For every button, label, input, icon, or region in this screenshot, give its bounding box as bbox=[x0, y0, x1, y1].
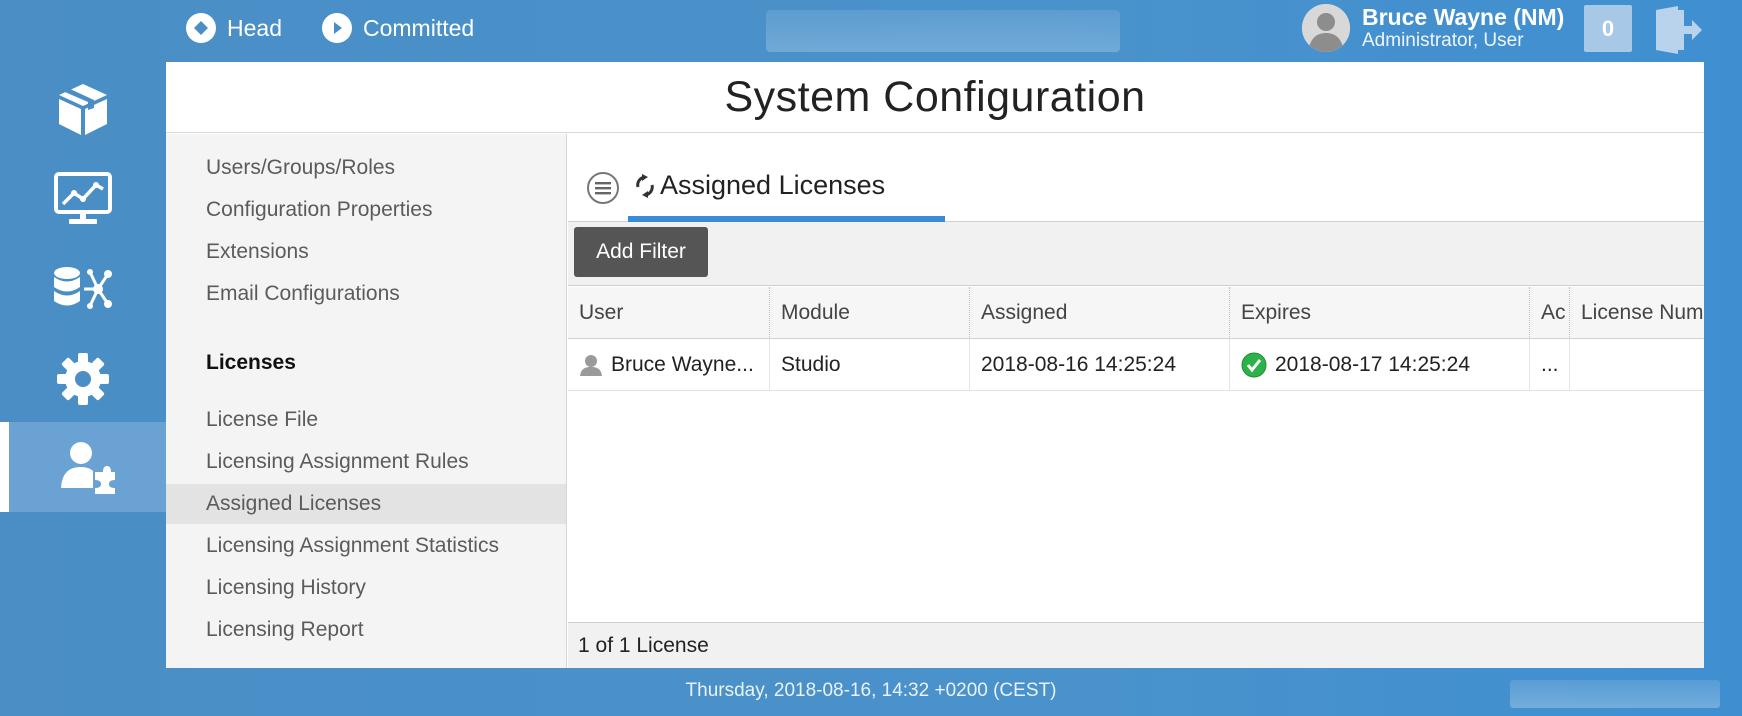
page-title-bar: System Configuration bbox=[166, 62, 1704, 133]
cell-ac: ... bbox=[1530, 339, 1570, 391]
cell-expires: 2018-08-17 14:25:24 bbox=[1230, 339, 1530, 391]
cell-module: Studio bbox=[770, 339, 970, 391]
nav-item-settings[interactable] bbox=[0, 334, 166, 424]
cell-user-text: Bruce Wayne... bbox=[611, 353, 754, 376]
diamond-icon bbox=[186, 13, 216, 43]
page-title: System Configuration bbox=[724, 72, 1146, 121]
column-header-ac[interactable]: Ac bbox=[1530, 287, 1570, 339]
filter-bar: Add Filter bbox=[568, 222, 1704, 286]
nav-item-data[interactable] bbox=[0, 244, 166, 334]
gear-icon bbox=[57, 353, 109, 405]
nav-item-monitoring[interactable] bbox=[0, 154, 166, 244]
nav-item-user-management[interactable] bbox=[0, 422, 166, 512]
column-header-assigned[interactable]: Assigned bbox=[970, 287, 1230, 339]
menu-item-assigned-licenses[interactable]: Assigned Licenses bbox=[166, 484, 566, 524]
play-icon bbox=[322, 13, 352, 43]
table-header: User Module Assigned Expires Ac License … bbox=[568, 287, 1704, 339]
menu-item-licensing-report[interactable]: Licensing Report bbox=[166, 610, 566, 650]
branch-head-label: Head bbox=[227, 14, 282, 41]
user-role: Administrator, User bbox=[1362, 30, 1524, 51]
menu-item-licensing-history[interactable]: Licensing History bbox=[166, 568, 566, 608]
column-header-user[interactable]: User bbox=[568, 287, 770, 339]
user-puzzle-icon bbox=[60, 442, 115, 494]
cell-license-num bbox=[1570, 339, 1704, 391]
redacted-area bbox=[766, 10, 1120, 52]
tab-assigned-licenses[interactable]: Assigned Licenses bbox=[628, 152, 945, 222]
tab-list-menu-icon[interactable] bbox=[587, 172, 619, 204]
branch-committed-label: Committed bbox=[363, 14, 475, 41]
left-nav bbox=[0, 62, 166, 662]
menu-item-licensing-assignment-rules[interactable]: Licensing Assignment Rules bbox=[166, 442, 566, 482]
table-row[interactable]: Bruce Wayne... Studio 2018-08-16 14:25:2… bbox=[568, 339, 1704, 391]
tab-label: Assigned Licenses bbox=[660, 170, 886, 200]
status-datetime: Thursday, 2018-08-16, 14:32 +0200 (CEST) bbox=[685, 680, 1057, 701]
notification-badge[interactable]: 0 bbox=[1584, 5, 1632, 52]
cell-assigned: 2018-08-16 14:25:24 bbox=[970, 339, 1230, 391]
top-bar: Head Committed Bruce Wayne (NM) Administ… bbox=[0, 0, 1742, 62]
main-area: Assigned Licenses Add Filter User Module… bbox=[568, 134, 1704, 668]
database-network-icon bbox=[54, 267, 112, 309]
column-header-expires[interactable]: Expires bbox=[1230, 287, 1530, 339]
branch-head[interactable]: Head bbox=[186, 13, 282, 43]
menu-item-licensing-assignment-statistics[interactable]: Licensing Assignment Statistics bbox=[166, 526, 566, 566]
menu-item-configuration-properties[interactable]: Configuration Properties bbox=[166, 190, 566, 230]
result-count: 1 of 1 License bbox=[568, 622, 1704, 668]
menu-item-license-file[interactable]: License File bbox=[166, 400, 566, 440]
logout-icon[interactable] bbox=[1652, 4, 1704, 56]
menu-item-email-configurations[interactable]: Email Configurations bbox=[166, 274, 566, 314]
content-panel: System Configuration Users/Groups/Roles … bbox=[166, 62, 1704, 668]
column-header-module[interactable]: Module bbox=[770, 287, 970, 339]
package-icon bbox=[59, 84, 107, 135]
branch-committed[interactable]: Committed bbox=[322, 13, 474, 43]
refresh-icon[interactable] bbox=[634, 174, 656, 198]
cell-expires-text: 2018-08-17 14:25:24 bbox=[1275, 353, 1470, 376]
menu-heading-licenses: Licenses bbox=[206, 351, 296, 374]
cell-user: Bruce Wayne... bbox=[568, 339, 770, 391]
config-side-menu: Users/Groups/Roles Configuration Propert… bbox=[166, 134, 567, 668]
menu-item-users-groups-roles[interactable]: Users/Groups/Roles bbox=[166, 148, 566, 188]
menu-item-extensions[interactable]: Extensions bbox=[166, 232, 566, 272]
column-header-license-num[interactable]: License Num bbox=[1570, 287, 1704, 339]
nav-item-package[interactable] bbox=[0, 64, 166, 154]
avatar[interactable] bbox=[1302, 4, 1350, 52]
monitor-chart-icon bbox=[54, 172, 112, 224]
valid-check-icon bbox=[1241, 352, 1267, 378]
redacted-area-bottom bbox=[1510, 680, 1720, 708]
user-name[interactable]: Bruce Wayne (NM) bbox=[1362, 4, 1564, 31]
add-filter-button[interactable]: Add Filter bbox=[574, 227, 708, 277]
tabs-bar: Assigned Licenses bbox=[568, 134, 1704, 222]
user-icon bbox=[580, 355, 602, 376]
